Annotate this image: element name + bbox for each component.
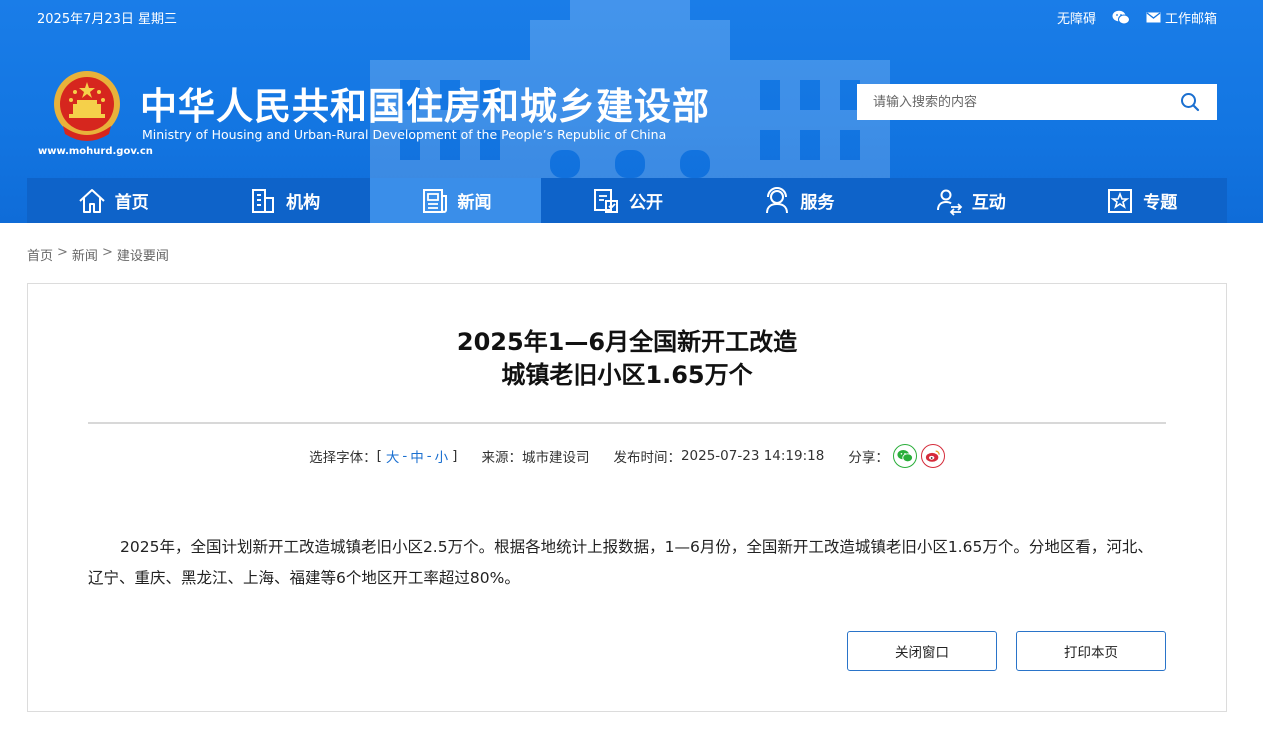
article-title: 2025年1—6月全国新开工改造 城镇老旧小区1.65万个: [28, 326, 1226, 392]
publish-time: 发布时间： 2025-07-23 14:19:18: [613, 446, 824, 466]
nav-label: 专题: [1143, 193, 1178, 213]
breadcrumb-news[interactable]: 新闻: [72, 245, 98, 264]
article-title-line2: 城镇老旧小区1.65万个: [501, 361, 753, 389]
nav-label: 机构: [286, 193, 321, 213]
title-divider: [88, 422, 1166, 424]
article-actions: 关闭窗口 打印本页: [847, 631, 1166, 671]
national-emblem-icon[interactable]: [51, 70, 123, 144]
share-group: 分享：: [848, 444, 945, 468]
site-subtitle: Ministry of Housing and Urban-Rural Deve…: [142, 127, 667, 142]
home-icon: [79, 188, 105, 213]
nav-item-news[interactable]: 新闻: [369, 178, 542, 223]
wechat-icon: [897, 449, 913, 463]
font-size-label: 选择字体：: [309, 450, 377, 466]
nav-label: 新闻: [457, 193, 492, 213]
nav-item-organization[interactable]: 机构: [198, 178, 369, 223]
topbar-links: 无障碍 工作邮箱: [1057, 8, 1217, 27]
article-meta: 选择字体： [ 大 - 中 - 小 ] 来源： 城市建设司 发布时间： 2025…: [28, 444, 1226, 468]
nav-item-topic[interactable]: 专题: [1056, 178, 1227, 223]
search-icon: [1181, 93, 1200, 112]
search-box: [857, 84, 1217, 120]
nav-label: 公开: [628, 193, 663, 213]
news-icon: [422, 188, 447, 213]
breadcrumb: 首页 > 新闻 > 建设要闻: [27, 245, 169, 264]
source-label: 来源：: [481, 450, 522, 466]
nav-item-open[interactable]: 公开: [541, 178, 712, 223]
accessibility-link[interactable]: 无障碍: [1057, 8, 1096, 27]
share-weibo-button[interactable]: [920, 444, 945, 468]
nav-label: 首页: [114, 193, 149, 213]
search-button[interactable]: [1163, 84, 1217, 120]
open-icon: [593, 188, 618, 213]
article-body: 2025年，全国计划新开工改造城镇老旧小区2.5万个。根据各地统计上报数据，1—…: [88, 538, 1153, 587]
current-date: 2025年7月23日 星期三: [37, 12, 178, 27]
article-source: 来源： 城市建设司: [481, 446, 589, 466]
mail-icon: [1146, 12, 1161, 23]
font-size-dash: -: [402, 448, 408, 464]
font-size-small[interactable]: 小: [435, 446, 449, 466]
nav-item-home[interactable]: 首页: [27, 178, 198, 223]
weibo-icon: [925, 450, 940, 462]
interact-icon: [936, 189, 963, 216]
font-size-selector: 选择字体： [ 大 - 中 - 小 ]: [309, 446, 457, 466]
site-title: 中华人民共和国住房和城乡建设部: [140, 85, 710, 128]
publish-time-label: 发布时间：: [613, 450, 681, 466]
wechat-link[interactable]: [1112, 10, 1130, 25]
article-title-line1: 2025年1—6月全国新开工改造: [456, 328, 798, 356]
close-window-button[interactable]: 关闭窗口: [847, 631, 997, 671]
publish-time-value: 2025-07-23 14:19:18: [680, 448, 825, 464]
nav-label: 服务: [800, 193, 835, 213]
work-mail-link[interactable]: 工作邮箱: [1146, 8, 1217, 27]
main-nav: 首页 机构 新闻 公开 服务 互动 专题: [27, 178, 1227, 223]
site-url: www.mohurd.gov.cn: [38, 146, 153, 157]
breadcrumb-home[interactable]: 首页: [27, 245, 53, 264]
source-value: 城市建设司: [521, 450, 590, 466]
nav-label: 互动: [971, 193, 1006, 213]
nav-item-interact[interactable]: 互动: [884, 178, 1055, 223]
font-size-large[interactable]: 大: [386, 446, 400, 466]
topic-icon: [1108, 188, 1133, 213]
font-size-bracket-close: ]: [452, 448, 458, 464]
building-icon: [252, 188, 275, 213]
article-container: 2025年1—6月全国新开工改造 城镇老旧小区1.65万个 选择字体： [ 大 …: [27, 283, 1227, 712]
work-mail-label: 工作邮箱: [1164, 12, 1217, 27]
font-size-medium[interactable]: 中: [410, 446, 424, 466]
share-label: 分享：: [848, 450, 889, 466]
share-wechat-button[interactable]: [892, 444, 917, 468]
search-input[interactable]: [857, 84, 1163, 120]
font-size-dash: -: [426, 448, 432, 464]
breadcrumb-separator: >: [101, 245, 113, 260]
nav-item-service[interactable]: 服务: [713, 178, 884, 223]
breadcrumb-separator: >: [57, 245, 68, 260]
print-page-button[interactable]: 打印本页: [1016, 631, 1166, 671]
breadcrumb-construction-news[interactable]: 建设要闻: [117, 245, 169, 264]
font-size-bracket-open: [: [376, 448, 382, 464]
site-header: 2025年7月23日 星期三 无障碍 工作邮箱 www.mohurd.gov.c…: [0, 0, 1263, 223]
wechat-icon: [1112, 10, 1130, 25]
service-icon: [766, 186, 789, 213]
